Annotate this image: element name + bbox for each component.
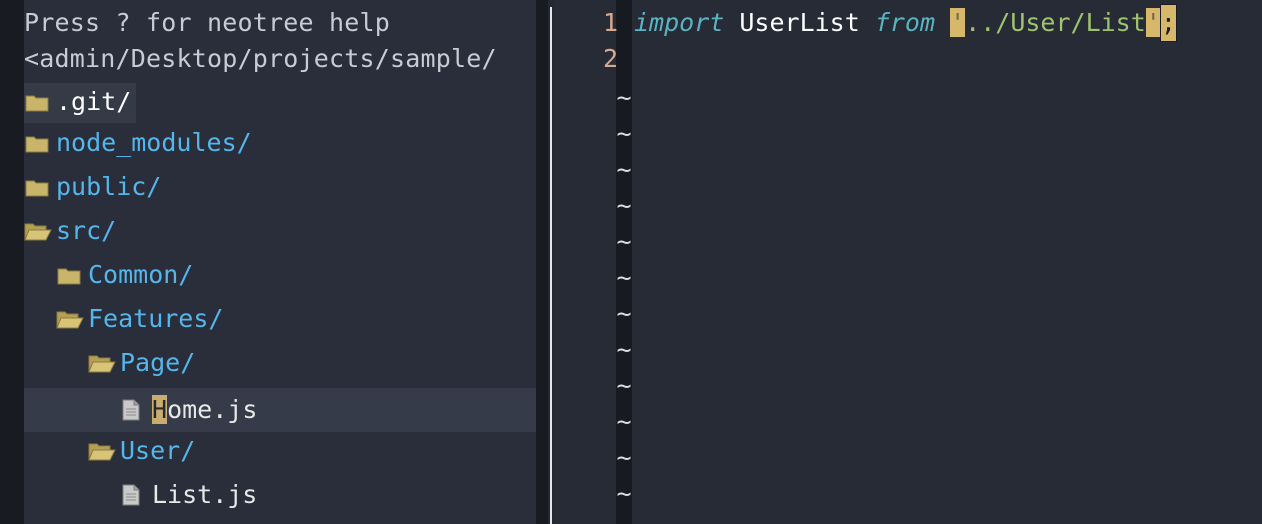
tree-item-common[interactable]: Common/ [24, 253, 536, 297]
eob-tilde: ~ [616, 155, 632, 184]
tree-item-label: Features/ [88, 304, 224, 333]
eob-tilde: ~ [616, 83, 632, 112]
tree-item-label: public/ [56, 172, 162, 201]
neotree-help-text: Press ? for neotree help [24, 8, 391, 37]
tree-item-features[interactable]: Features/ [24, 297, 536, 341]
folder-open-icon [88, 443, 116, 461]
eob-tilde: ~ [616, 371, 632, 400]
keyword-import: import [634, 8, 725, 37]
tree-item-label: User/ [120, 436, 196, 465]
text-cursor: H [152, 395, 168, 424]
tree-item-page[interactable]: Page/ [24, 341, 536, 385]
tree-item-label: node_modules/ [56, 128, 252, 157]
code-line-1[interactable]: import UserList from '../User/List'; [634, 4, 1177, 42]
tree-item-label: List.js [152, 480, 258, 509]
line-number-gutter [554, 0, 616, 524]
neotree-root-path: <admin/Desktop/projects/sample/ [24, 44, 497, 73]
tree-item-label: Page/ [120, 348, 196, 377]
tree-item-label: .git/ [56, 87, 132, 116]
identifier: UserList [724, 8, 875, 37]
tree-item-node-modules[interactable]: node_modules/ [24, 121, 536, 165]
folder-open-icon [56, 311, 84, 329]
folder-open-icon [24, 223, 52, 241]
tree-item-label: ome.js [167, 395, 258, 424]
tree-item-user[interactable]: User/ [24, 429, 536, 473]
folder-icon [25, 180, 49, 197]
tree-item-label: src/ [56, 216, 117, 245]
eob-tilde: ~ [616, 479, 632, 508]
tree-item-src[interactable]: src/ [24, 209, 536, 253]
vim-window: Press ? for neotree help <admin/Desktop/… [0, 0, 1262, 524]
folder-icon [25, 95, 49, 112]
editor-buffer[interactable] [632, 0, 1262, 524]
eob-tilde: ~ [616, 191, 632, 220]
tree-item-label: Common/ [88, 260, 194, 289]
eob-tilde: ~ [616, 227, 632, 256]
eob-tilde: ~ [616, 407, 632, 436]
line-number: 1 [602, 8, 618, 37]
eob-tilde: ~ [616, 119, 632, 148]
tree-item-home-js[interactable]: Home.js [24, 388, 536, 432]
file-icon [122, 399, 140, 421]
eob-tilde: ~ [616, 263, 632, 292]
tree-item-public[interactable]: public/ [24, 165, 536, 209]
text-cursor: ; [1159, 4, 1177, 42]
matching-quote-close: ' [1145, 8, 1161, 37]
eob-tilde: ~ [616, 299, 632, 328]
folder-icon [57, 268, 81, 285]
file-icon [122, 484, 140, 506]
eob-tilde: ~ [616, 443, 632, 472]
window-separator[interactable] [550, 7, 552, 524]
eob-tilde: ~ [616, 335, 632, 364]
matching-quote-open: ' [950, 8, 966, 37]
tree-item-git[interactable]: .git/ [24, 80, 536, 124]
folder-open-icon [88, 355, 116, 373]
line-number: 2 [602, 44, 618, 73]
tree-item-list-js[interactable]: List.js [24, 473, 536, 517]
folder-icon [25, 136, 49, 153]
keyword-from: from [874, 8, 936, 37]
string-literal: ../User/List [965, 8, 1146, 37]
